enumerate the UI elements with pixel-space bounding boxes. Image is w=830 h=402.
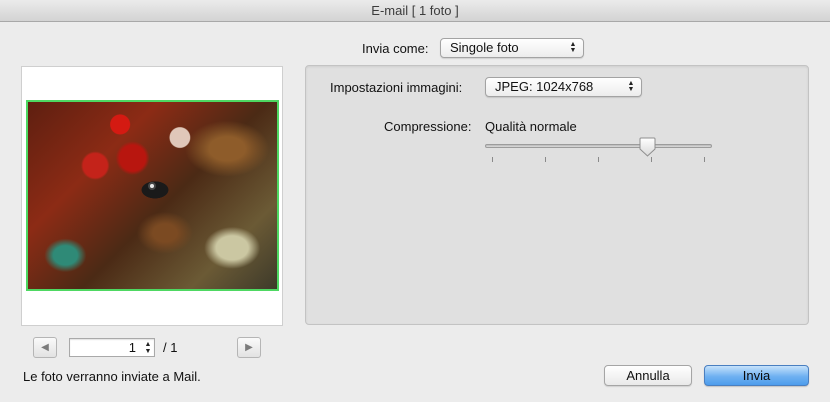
image-settings-label: Impostazioni immagini: [330,80,463,95]
compression-value: Qualità normale [485,119,577,134]
photo-thumbnail[interactable] [26,100,279,291]
page-stepper[interactable]: ▲ ▼ [143,339,153,356]
slider-tick [651,157,652,162]
stepper-down-icon[interactable]: ▼ [145,348,152,355]
page-number-value: 1 [128,340,136,355]
next-photo-button[interactable]: ▶ [237,337,261,358]
triangle-left-icon: ◀ [41,342,49,353]
updown-chevron-icon: ▲ ▼ [627,80,635,93]
cancel-button[interactable]: Annulla [604,365,692,386]
cancel-button-label: Annulla [626,368,670,383]
stepper-up-icon[interactable]: ▲ [145,341,152,348]
slider-tick [704,157,705,162]
send-as-popup[interactable]: Singole foto ▲ ▼ [440,38,584,58]
send-as-label: Invia come: [362,41,429,56]
slider-tick [545,157,546,162]
email-dialog: Invia come: Singole foto ▲ ▼ Impostazioni… [0,22,830,402]
compression-slider-thumb[interactable] [639,137,656,157]
settings-panel [305,65,809,325]
image-settings-popup[interactable]: JPEG: 1024x768 ▲ ▼ [485,77,642,97]
compression-slider-track[interactable] [485,144,712,148]
window-titlebar[interactable]: E-mail [ 1 foto ] [0,0,830,22]
slider-tick [598,157,599,162]
window-title: E-mail [ 1 foto ] [371,3,459,18]
slider-tick [492,157,493,162]
previous-photo-button[interactable]: ◀ [33,337,57,358]
photo-preview [21,66,283,326]
send-as-value: Singole foto [450,40,519,55]
image-settings-value: JPEG: 1024x768 [495,79,594,94]
compression-label: Compressione: [384,119,472,134]
updown-chevron-icon: ▲ ▼ [569,41,577,54]
send-button[interactable]: Invia [704,365,809,386]
triangle-right-icon: ▶ [245,342,253,353]
send-button-label: Invia [742,368,771,383]
page-total: / 1 [163,340,178,355]
status-message: Le foto verranno inviate a Mail. [23,369,201,384]
fish-eye [148,182,156,190]
